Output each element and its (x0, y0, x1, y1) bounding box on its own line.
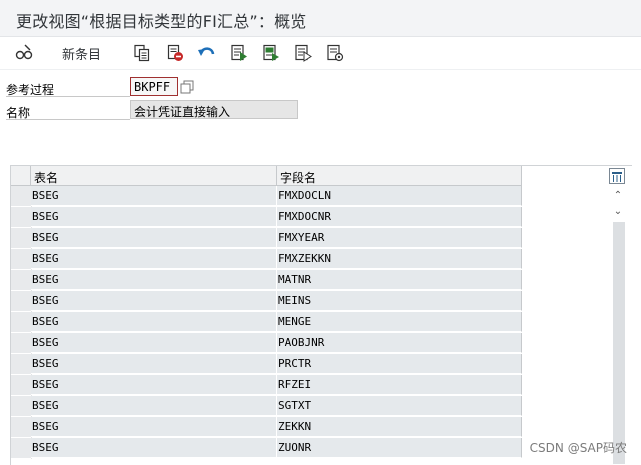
row-selector[interactable] (11, 354, 32, 375)
field-name-cell[interactable]: FMXDOCLN (277, 186, 522, 206)
table-name-cell[interactable]: BSEG (31, 375, 277, 395)
chevron-up-icon[interactable]: ⌃ (611, 188, 625, 202)
row-selector[interactable] (11, 312, 32, 333)
table-row: BSEG FMXYEAR (11, 228, 522, 249)
table-name-cell[interactable]: BSEG (31, 270, 277, 290)
field-name-cell[interactable]: MENGE (277, 312, 522, 332)
table-row: BSEG FMXDOCLN (11, 186, 522, 207)
row-selector[interactable] (11, 375, 32, 396)
select-all-icon[interactable] (229, 43, 249, 63)
table-name-cell[interactable]: BSEG (31, 291, 277, 311)
copy-as-icon[interactable] (132, 43, 152, 63)
select-all-column-header[interactable] (11, 166, 31, 186)
watermark: CSDN @SAP码农 (529, 441, 627, 455)
label-underline (6, 119, 130, 120)
table-name-cell[interactable]: BSEG (31, 333, 277, 353)
field-name-cell[interactable]: SGTXT (277, 396, 522, 416)
field-name-cell[interactable]: PRCTR (277, 354, 522, 374)
row-selector[interactable] (11, 291, 32, 312)
table-row: BSEG ZUONR (11, 438, 522, 459)
undo-icon[interactable] (197, 43, 217, 63)
table-name-cell[interactable]: BSEG (31, 228, 277, 248)
table-name-cell[interactable]: BSEG (31, 438, 277, 458)
row-selector[interactable] (11, 438, 32, 459)
field-name-cell[interactable]: FMXZEKKN (277, 249, 522, 269)
table-row: BSEG PAOBJNR (11, 333, 522, 354)
table-name-cell[interactable]: BSEG (31, 396, 277, 416)
column-header-table-name[interactable]: 表名 (31, 166, 277, 186)
table-row: BSEG PRCTR (11, 354, 522, 375)
field-name-cell[interactable]: MATNR (277, 270, 522, 290)
page-title: 更改视图“根据目标类型的FI汇总”：概览 (16, 12, 307, 31)
row-selector[interactable] (11, 228, 32, 249)
table-name-cell[interactable]: BSEG (31, 186, 277, 206)
table-row: BSEG ZEKKN (11, 417, 522, 438)
scrollbar-track[interactable] (613, 222, 625, 464)
chevron-down-icon[interactable]: ⌄ (611, 204, 625, 218)
row-selector[interactable] (11, 417, 32, 438)
table-body: BSEG FMXDOCLN BSEG FMXDOCNR BSEG FMXYEAR… (11, 186, 522, 459)
row-selector[interactable] (11, 270, 32, 291)
row-selector[interactable] (11, 186, 32, 207)
delete-icon[interactable] (165, 43, 185, 63)
table-name-cell[interactable]: BSEG (31, 354, 277, 374)
ref-procedure-value: BKPFF (134, 80, 171, 94)
name-value: 会计凭证直接输入 (134, 105, 231, 119)
column-header-field-name[interactable]: 字段名 (277, 166, 522, 186)
table-row: BSEG MEINS (11, 291, 522, 312)
label-underline (6, 96, 130, 97)
deselect-all-icon[interactable] (293, 43, 313, 63)
select-block-icon[interactable] (261, 43, 281, 63)
column-header-label: 表名 (34, 171, 59, 185)
row-selector[interactable] (11, 396, 32, 417)
application-toolbar: 新条目 (0, 37, 641, 70)
table-row: BSEG MATNR (11, 270, 522, 291)
field-name-cell[interactable]: ZUONR (277, 438, 522, 458)
field-name-cell[interactable]: RFZEI (277, 375, 522, 395)
row-selector[interactable] (11, 207, 32, 228)
field-name-cell[interactable]: MEINS (277, 291, 522, 311)
field-name-cell[interactable]: PAOBJNR (277, 333, 522, 353)
field-name-cell[interactable]: FMXYEAR (277, 228, 522, 248)
table-settings-icon[interactable] (609, 168, 625, 184)
new-entries-button[interactable]: 新条目 (62, 44, 101, 63)
field-name-cell[interactable]: FMXDOCNR (277, 207, 522, 227)
field-name-cell[interactable]: ZEKKN (277, 417, 522, 437)
table-name-cell[interactable]: BSEG (31, 249, 277, 269)
vertical-scrollbar[interactable]: ⌃ ⌄ (611, 186, 625, 464)
row-selector[interactable] (11, 249, 32, 270)
column-header-label: 字段名 (280, 171, 317, 185)
title-bar: 更改视图“根据目标类型的FI汇总”：概览 (0, 0, 641, 37)
table-row: BSEG SGTXT (11, 396, 522, 417)
table-row: BSEG FMXDOCNR (11, 207, 522, 228)
table-name-cell[interactable]: BSEG (31, 417, 277, 437)
table-row: BSEG MENGE (11, 312, 522, 333)
copy-icon[interactable] (180, 79, 194, 94)
table-row: BSEG FMXZEKKN (11, 249, 522, 270)
table-row: BSEG RFZEI (11, 375, 522, 396)
table-name-cell[interactable]: BSEG (31, 312, 277, 332)
display-change-icon[interactable] (14, 43, 34, 63)
row-selector[interactable] (11, 333, 32, 354)
print-settings-icon[interactable] (325, 43, 345, 63)
table-name-cell[interactable]: BSEG (31, 207, 277, 227)
